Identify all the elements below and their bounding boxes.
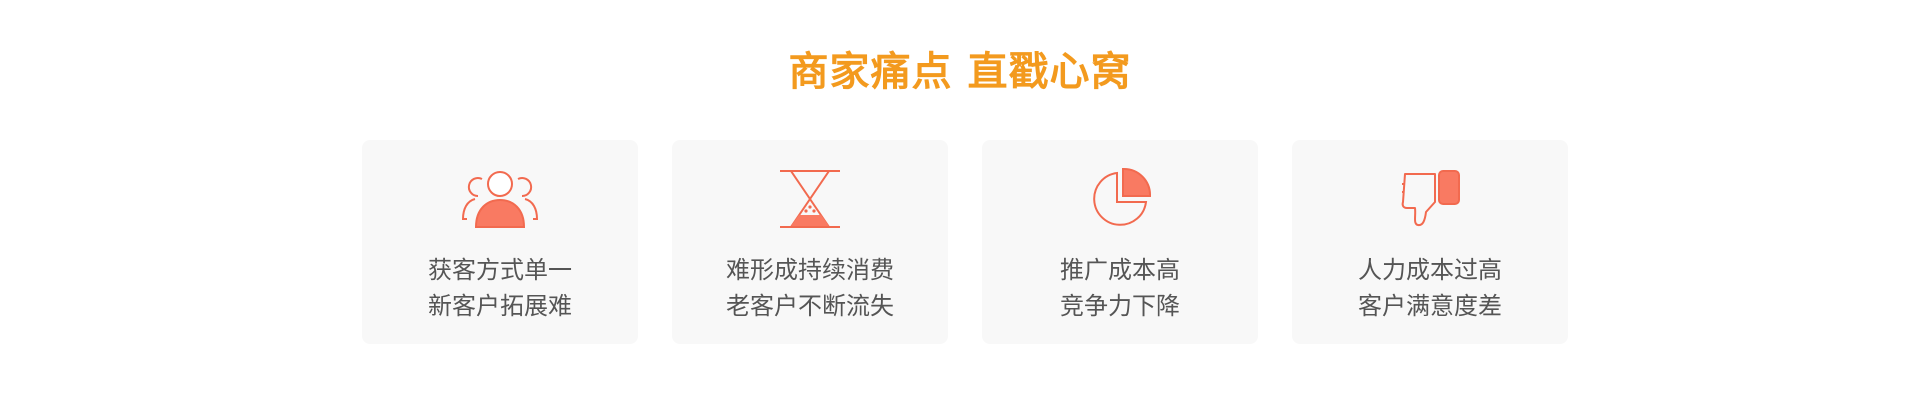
card-line-2: 客户满意度差 [1358, 292, 1502, 320]
card-line-2: 老客户不断流失 [726, 292, 894, 320]
pie-chart-icon [1080, 166, 1160, 232]
pain-point-cards: 获客方式单一 新客户拓展难 难形成持续消费 老客户不断流失 推广成本高 竞争力下… [362, 140, 1568, 344]
pain-points-section: 商家痛点 直戳心窝 获客方式单一 新客户拓展难 难形成持续消费 老客户不断流失 … [0, 0, 1920, 404]
pain-point-card-customer-acquisition: 获客方式单一 新客户拓展难 [362, 140, 638, 344]
card-text: 难形成持续消费 老客户不断流失 [726, 252, 894, 324]
card-line-1: 推广成本高 [1060, 256, 1180, 284]
card-line-1: 获客方式单一 [428, 256, 572, 284]
thumbs-down-icon [1390, 166, 1470, 232]
card-line-2: 新客户拓展难 [428, 292, 572, 320]
card-text: 获客方式单一 新客户拓展难 [428, 252, 572, 324]
card-text: 人力成本过高 客户满意度差 [1358, 252, 1502, 324]
hourglass-icon [770, 166, 850, 232]
pain-point-card-labor-cost: 人力成本过高 客户满意度差 [1292, 140, 1568, 344]
pain-point-card-retention: 难形成持续消费 老客户不断流失 [672, 140, 948, 344]
section-title: 商家痛点 直戳心窝 [788, 49, 1132, 95]
card-line-1: 难形成持续消费 [726, 256, 894, 284]
card-text: 推广成本高 竞争力下降 [1060, 252, 1180, 324]
card-line-1: 人力成本过高 [1358, 256, 1502, 284]
card-line-2: 竞争力下降 [1060, 292, 1180, 320]
pain-point-card-promotion-cost: 推广成本高 竞争力下降 [982, 140, 1258, 344]
users-icon [460, 166, 540, 232]
